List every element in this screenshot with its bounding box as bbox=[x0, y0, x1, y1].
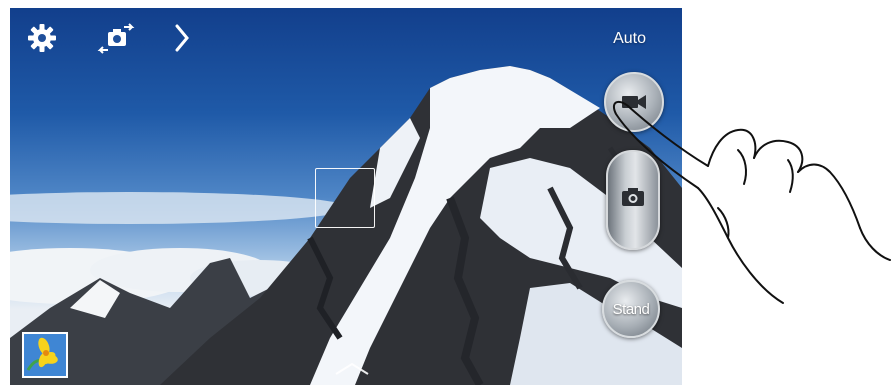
hand-gesture-icon bbox=[612, 100, 891, 304]
shooting-mode-label[interactable]: Auto bbox=[613, 30, 646, 48]
switch-camera-button[interactable] bbox=[96, 22, 136, 59]
flower-thumbnail bbox=[24, 334, 66, 376]
gallery-thumbnail[interactable] bbox=[22, 332, 68, 378]
chevron-up-icon bbox=[335, 362, 369, 375]
settings-button[interactable] bbox=[26, 22, 58, 59]
switch-camera-icon bbox=[97, 23, 135, 54]
drawer-handle[interactable] bbox=[332, 360, 372, 381]
chevron-right-icon bbox=[175, 24, 189, 52]
camera-viewfinder[interactable]: Auto Stand bbox=[10, 8, 682, 385]
gear-icon bbox=[28, 24, 56, 52]
focus-box bbox=[315, 168, 375, 228]
expand-button[interactable] bbox=[172, 22, 192, 59]
